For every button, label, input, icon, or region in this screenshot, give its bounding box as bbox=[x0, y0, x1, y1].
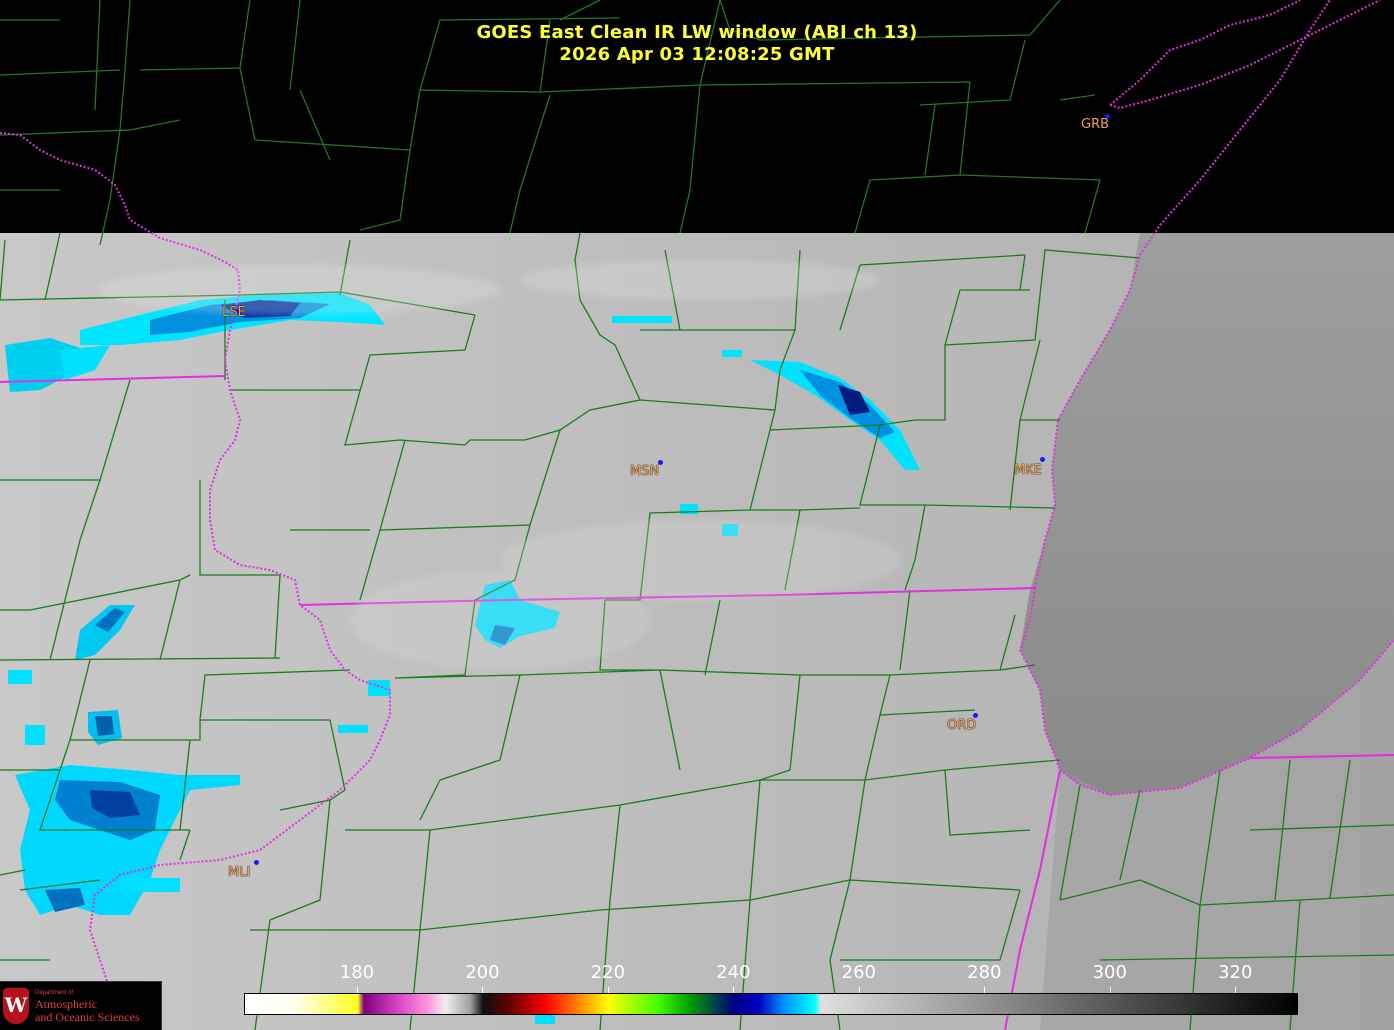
uw-seal-icon: W bbox=[3, 988, 29, 1024]
colorbar-tick-label: 260 bbox=[841, 962, 877, 983]
colorbar-tick-label: 320 bbox=[1218, 962, 1253, 983]
colorbar-tick-label: 180 bbox=[339, 962, 375, 983]
colorbar-tick-label: 220 bbox=[590, 962, 626, 983]
colorbar-tick-mark bbox=[984, 987, 986, 993]
colorbar-tick-label: 240 bbox=[716, 962, 751, 983]
logo-text-line2: and Oceanic Sciences bbox=[35, 1010, 140, 1024]
colorbar-tick-label: 300 bbox=[1092, 962, 1127, 983]
colorbar-tick-mark bbox=[733, 987, 735, 993]
colorbar-tick-mark bbox=[356, 987, 358, 993]
colorbar-tick-mark bbox=[607, 987, 609, 993]
map-title: GOES East Clean IR LW window (ABI ch 13) bbox=[476, 22, 918, 43]
colorbar-tick-label: 280 bbox=[967, 962, 1002, 983]
colorbar-tick-mark bbox=[858, 987, 860, 993]
satellite-ir-map bbox=[0, 0, 1394, 1030]
station-label-grb: GRB bbox=[1081, 117, 1110, 132]
station-dot-mke bbox=[1040, 457, 1045, 462]
colorbar-tick-mark bbox=[482, 987, 484, 993]
temperature-colorbar bbox=[244, 993, 1298, 1015]
colorbar-gradient bbox=[244, 993, 1298, 1015]
station-label-ord: ORD bbox=[947, 718, 977, 733]
station-label-mli: MLI bbox=[228, 865, 251, 880]
colorbar-tick-label: 200 bbox=[465, 962, 500, 983]
station-label-msn: MSN bbox=[630, 464, 660, 479]
station-label-mke: MKE bbox=[1014, 463, 1042, 478]
station-label-lse: LSE bbox=[222, 305, 246, 320]
station-dot-mli bbox=[254, 860, 259, 865]
colorbar-tick-mark bbox=[1235, 987, 1237, 993]
uw-aos-logo: W Department of Atmospheric and Oceanic … bbox=[0, 981, 162, 1030]
colorbar-tick-mark bbox=[1109, 987, 1111, 993]
logo-department: Department of bbox=[35, 990, 74, 996]
map-timestamp: 2026 Apr 03 12:08:25 GMT bbox=[559, 44, 835, 65]
